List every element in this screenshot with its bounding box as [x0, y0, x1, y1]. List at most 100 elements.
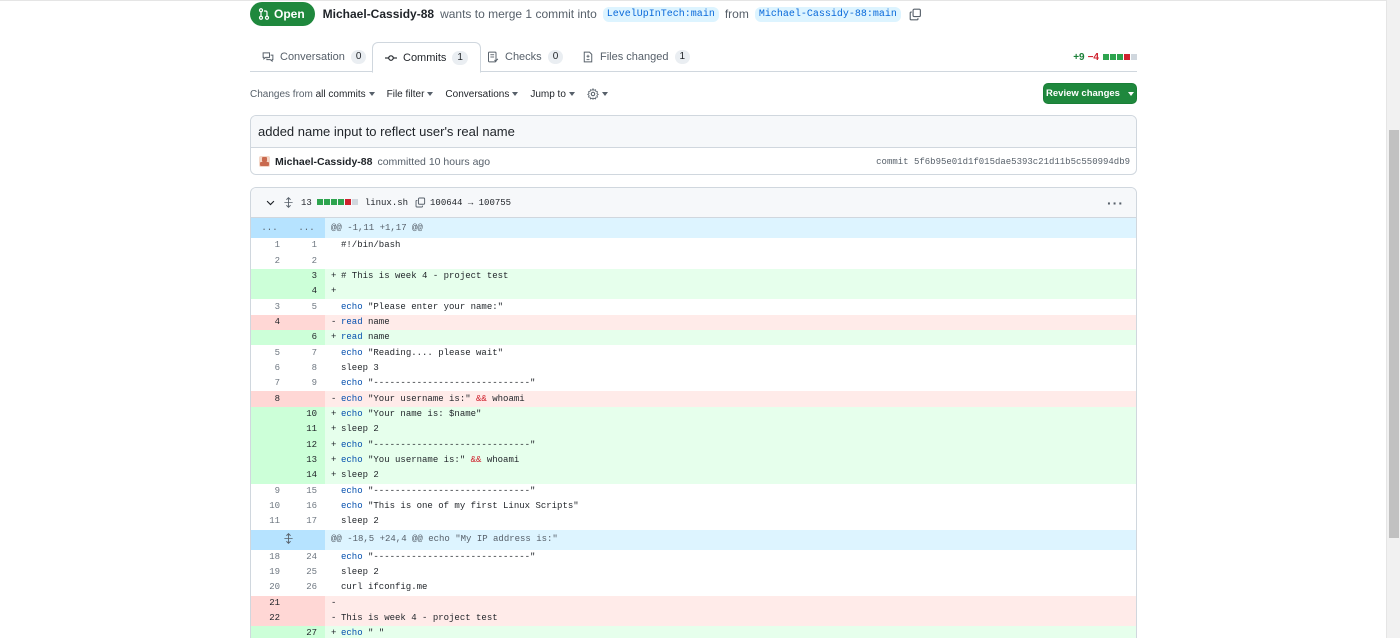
- diff-marker: [331, 499, 341, 514]
- diff-marker: +: [331, 286, 337, 297]
- scrollbar-thumb[interactable]: [1389, 130, 1399, 538]
- tab-conversation[interactable]: Conversation 0: [250, 42, 378, 72]
- review-changes-button[interactable]: Review changes: [1043, 83, 1137, 104]
- new-line-number[interactable]: 14: [288, 468, 325, 484]
- old-line-number[interactable]: [251, 406, 288, 423]
- new-line-number[interactable]: [288, 391, 325, 407]
- commit-sha[interactable]: commit 5f6b95e01d1f015dae5393c21d11b5c55…: [876, 157, 1130, 167]
- copy-icon[interactable]: [909, 8, 922, 21]
- old-line-number[interactable]: [251, 268, 288, 285]
- old-line-number[interactable]: 5: [251, 345, 288, 360]
- code-text: sleep 3: [341, 362, 379, 373]
- new-line-number[interactable]: [288, 595, 325, 611]
- new-line-number[interactable]: 16: [288, 499, 325, 514]
- old-line-number[interactable]: 19: [251, 565, 288, 580]
- commit-author-link[interactable]: Michael-Cassidy-88: [275, 156, 372, 168]
- code-line: + # This is week 4 - project test: [325, 268, 1136, 285]
- new-line-number[interactable]: 12: [288, 437, 325, 453]
- old-line-number[interactable]: [251, 468, 288, 484]
- base-branch[interactable]: LevelUpInTech:main: [602, 6, 719, 22]
- old-line-number[interactable]: 22: [251, 610, 288, 627]
- new-line-number[interactable]: 5: [288, 299, 325, 314]
- new-line-number[interactable]: 24: [288, 550, 325, 565]
- new-line-number[interactable]: 17: [288, 514, 325, 529]
- top-divider: [0, 0, 1386, 1]
- head-branch[interactable]: Michael-Cassidy-88:main: [754, 6, 901, 22]
- expand-hunk-button[interactable]: [251, 529, 325, 550]
- new-line-number[interactable]: 6: [288, 330, 325, 346]
- new-line-number[interactable]: 27: [288, 626, 325, 638]
- old-line-number[interactable]: [251, 284, 288, 300]
- tab-commits[interactable]: Commits 1: [372, 42, 481, 73]
- tab-checks[interactable]: Checks 0: [475, 42, 575, 72]
- code-line: + echo "-----------------------------": [325, 437, 1136, 453]
- unfold-icon[interactable]: [283, 197, 294, 208]
- diff-marker: [331, 346, 341, 361]
- new-line-number[interactable]: [288, 610, 325, 627]
- diff-marker: [331, 580, 341, 595]
- new-line-number[interactable]: 10: [288, 406, 325, 423]
- page-scrollbar[interactable]: [1386, 0, 1400, 638]
- new-line-number[interactable]: [288, 314, 325, 331]
- new-line-number[interactable]: 4: [288, 284, 325, 300]
- new-line-number[interactable]: 3: [288, 268, 325, 285]
- changes-from-dropdown[interactable]: Changes from all commits: [250, 89, 375, 100]
- old-line-number[interactable]: 1: [251, 238, 288, 253]
- file-filter-dropdown[interactable]: File filter: [387, 89, 434, 100]
- code-line: [325, 253, 1136, 268]
- old-line-number[interactable]: 9: [251, 484, 288, 499]
- settings-dropdown[interactable]: [586, 87, 608, 100]
- diff-table: ... ... @@ -1,11 +1,17 @@ 11 #!/bin/bash…: [251, 218, 1136, 638]
- old-line-number[interactable]: 11: [251, 514, 288, 529]
- new-line-number[interactable]: 2: [288, 253, 325, 268]
- code-line: + echo "You username is:" && whoami: [325, 452, 1136, 469]
- expand-down[interactable]: ...: [288, 218, 325, 238]
- pr-summary-text: wants to merge 1 commit into: [440, 7, 597, 21]
- old-line-number[interactable]: 20: [251, 580, 288, 595]
- code-line: curl ifconfig.me: [325, 580, 1136, 595]
- jump-to-dropdown[interactable]: Jump to: [530, 89, 575, 100]
- new-line-number[interactable]: 7: [288, 345, 325, 360]
- new-line-number[interactable]: 25: [288, 565, 325, 580]
- old-line-number[interactable]: 10: [251, 499, 288, 514]
- old-line-number[interactable]: 8: [251, 391, 288, 407]
- new-line-number[interactable]: 13: [288, 452, 325, 469]
- old-line-number[interactable]: [251, 422, 288, 438]
- chevron-down-icon[interactable]: [265, 197, 276, 208]
- diff-marker: +: [331, 454, 337, 465]
- diffstat: +9 −4: [1073, 52, 1137, 63]
- old-line-number[interactable]: 18: [251, 550, 288, 565]
- old-line-number[interactable]: [251, 626, 288, 638]
- old-line-number[interactable]: 7: [251, 376, 288, 391]
- code-text: "This is one of my first Linux Scripts": [362, 501, 579, 512]
- old-line-number[interactable]: 6: [251, 361, 288, 376]
- diff-line-context: 19 25 sleep 2: [251, 565, 1136, 580]
- diff-marker: +: [331, 270, 337, 281]
- new-line-number[interactable]: 11: [288, 422, 325, 438]
- avatar[interactable]: [259, 156, 270, 167]
- copy-icon[interactable]: [415, 197, 426, 208]
- new-line-number[interactable]: 8: [288, 361, 325, 376]
- tab-count: 1: [674, 50, 691, 64]
- old-line-number[interactable]: [251, 437, 288, 453]
- new-line-number[interactable]: 1: [288, 238, 325, 253]
- tab-files-changed[interactable]: Files changed 1: [570, 42, 702, 72]
- old-line-number[interactable]: 4: [251, 314, 288, 331]
- code-line: #!/bin/bash: [325, 238, 1136, 253]
- file-name[interactable]: linux.sh: [365, 198, 408, 208]
- expand-up[interactable]: ...: [251, 218, 288, 238]
- kebab-menu-icon[interactable]: ···: [1107, 196, 1124, 210]
- diff-line-context: 20 26 curl ifconfig.me: [251, 580, 1136, 595]
- old-line-number[interactable]: 2: [251, 253, 288, 268]
- old-line-number[interactable]: 21: [251, 595, 288, 611]
- pr-author-link[interactable]: Michael-Cassidy-88: [323, 7, 434, 21]
- code-keyword: echo: [341, 628, 363, 638]
- old-line-number[interactable]: 3: [251, 299, 288, 314]
- code-text: name: [362, 332, 390, 343]
- old-line-number[interactable]: [251, 330, 288, 346]
- conversations-dropdown[interactable]: Conversations: [445, 89, 519, 100]
- new-line-number[interactable]: 15: [288, 484, 325, 499]
- new-line-number[interactable]: 9: [288, 376, 325, 391]
- old-line-number[interactable]: [251, 452, 288, 469]
- new-line-number[interactable]: 26: [288, 580, 325, 595]
